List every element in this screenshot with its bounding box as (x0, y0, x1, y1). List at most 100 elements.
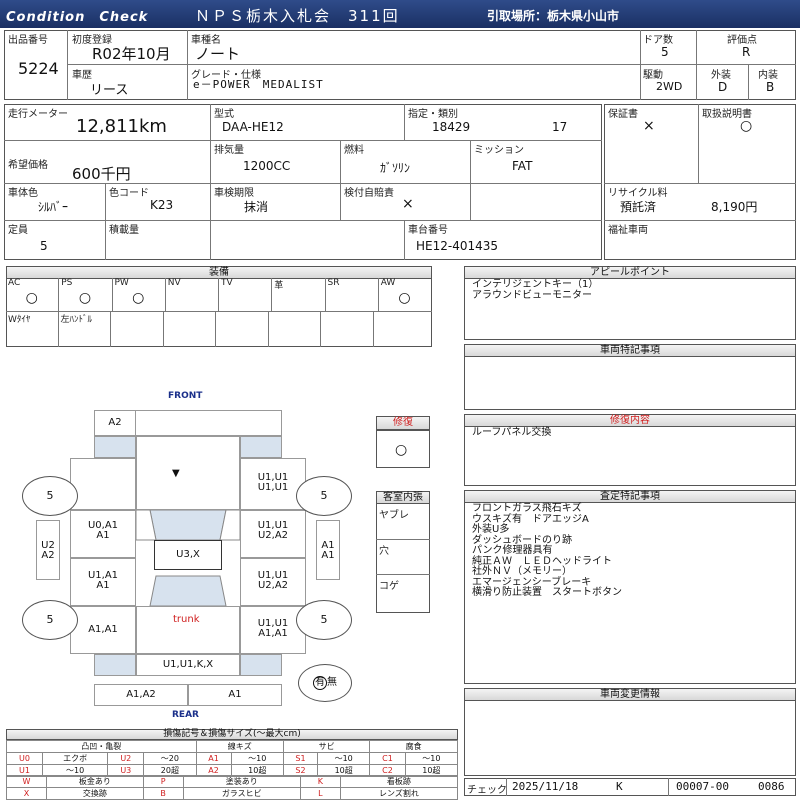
vehicle-name: ノート (195, 45, 241, 63)
trunk-panel: trunk (136, 606, 240, 654)
rear-right-fender: U1,U1 A1,A1 (240, 606, 306, 654)
cabin-item-tear: ヤブレ (379, 510, 409, 521)
header-bar: Condition Check ＮＰＳ栃木入札会 311回 引取場所：栃木県小山… (0, 0, 800, 28)
price-value: 600千円 (72, 165, 131, 183)
liability-label: 検付自賠責 (344, 188, 394, 199)
equipment-cell: NV (166, 278, 219, 311)
designation-value: 18429 (432, 120, 471, 134)
mileage-label: 走行メーター (8, 109, 68, 120)
wheel-front-left: 5 (22, 476, 78, 516)
wheel-rear-left: 5 (22, 600, 78, 640)
equipment-mark: ○ (132, 290, 145, 306)
mission-label: ミッション (474, 145, 524, 156)
welfare-label: 福祉車両 (608, 225, 648, 236)
equipment-label: 革 (274, 281, 284, 291)
color-code-label: 色コード (109, 188, 149, 199)
front-right-fender: U1,U1 U1,U1 (240, 458, 306, 510)
panel-a2-top: A2 (94, 410, 136, 436)
rear-left-door: U1,A1 A1 (70, 558, 136, 606)
left-side-panel: U2 A2 (36, 520, 60, 580)
spare-tire: 有無 (298, 664, 352, 702)
condition-check-label: Condition Check (6, 10, 149, 25)
mission-value: FAT (512, 159, 533, 173)
inspection-label: 車検期限 (214, 188, 254, 199)
liability-value: × (402, 196, 414, 212)
check-label: チェック (467, 785, 507, 796)
capacity-value: 5 (40, 239, 48, 253)
equipment-cell (269, 311, 321, 347)
equipment-mark: ○ (398, 290, 411, 306)
chassis-value: HE12-401435 (416, 239, 499, 253)
capacity-label: 定員 (8, 225, 28, 236)
rear-lower-right: A1 (188, 684, 282, 706)
equipment-cell: AW ○ (379, 278, 432, 311)
footer-code-2: 0086 (758, 780, 785, 793)
displacement-label: 排気量 (214, 145, 244, 156)
equipment-cell: AC ○ (6, 278, 60, 311)
right-side-panel: A1 A1 (316, 520, 340, 580)
fuel-label: 燃料 (344, 145, 364, 156)
warranty-label: 保証書 (608, 109, 638, 120)
equipment-mark: ○ (25, 290, 38, 306)
equipment-label: AC (8, 278, 21, 288)
equipment-cell (321, 311, 374, 347)
doors-value: 5 (661, 45, 669, 59)
legend-header: 損傷記号＆損傷サイズ(～最大cm) (6, 729, 458, 740)
exterior-label: 外装 (711, 70, 731, 81)
drive-label: 駆動 (643, 70, 663, 81)
recycle-status: 預託済 (620, 200, 657, 214)
equipment-cell: 革 (272, 278, 326, 311)
vehicle-info-right (604, 104, 796, 260)
repair-header: 修復 (376, 416, 430, 430)
manual-value: ○ (740, 118, 753, 134)
auction-title: ＮＰＳ栃木入札会 311回 (195, 7, 400, 25)
equipment-label: Wﾀｲﾔ (8, 315, 31, 325)
equipment-cell: SR (326, 278, 379, 311)
front-left-fender (70, 458, 136, 510)
repair-content-text: ルーフパネル交換 (472, 427, 552, 438)
rating-label: 評価点 (727, 35, 757, 46)
front-label: FRONT (168, 391, 203, 401)
pickup-location: 引取場所：栃木県小山市 (487, 9, 620, 23)
color-code-value: K23 (150, 198, 174, 212)
repair-content-box: ルーフパネル交換 (464, 426, 796, 486)
change-info-box (464, 700, 796, 776)
equipment-label: PW (114, 278, 129, 288)
special-box (464, 356, 796, 410)
equipment-label: NV (167, 278, 181, 288)
equipment-cell (164, 311, 216, 347)
front-left-door: U0,A1 A1 (70, 510, 136, 558)
rear-label: REAR (172, 710, 199, 720)
equipment-label: TV (221, 278, 233, 288)
rating-value: R (742, 45, 751, 59)
checker-code: K (616, 780, 623, 793)
rear-right-door: U1,U1 U2,A2 (240, 558, 306, 606)
appeal-box: インテリジェントキー（1） アラウンドビューモニター (464, 278, 796, 340)
history-label: 車歴 (72, 70, 92, 81)
equipment-label: SR (327, 278, 340, 288)
equipment-label: PS (61, 278, 73, 288)
front-right-door: U1,U1 U2,A2 (240, 510, 306, 558)
equipment-cell (111, 311, 164, 347)
rear-left-corner (94, 654, 136, 676)
inspection-value: 抹消 (244, 200, 269, 214)
equipment-cell: PW ○ (113, 278, 166, 311)
recycle-fee: 8,190円 (711, 200, 758, 214)
check-date: 2025/11/18 (512, 780, 579, 793)
grade-value: e－POWER MEDALIST (193, 78, 324, 91)
hood: ▼ (136, 436, 240, 510)
recycle-label: リサイクル料 (608, 188, 668, 199)
equipment-label: 左ﾊﾝﾄﾞﾙ (60, 315, 93, 325)
rear-bumper: U1,U1,K,X (136, 654, 240, 676)
mileage-value: 12,811km (76, 116, 167, 137)
doors-label: ドア数 (643, 35, 673, 46)
category-value: 17 (552, 120, 568, 134)
legend-codes-table: W 板金あり P 塗装あり K 看板跡 X 交換跡 B ガラスヒビ L レンズ割れ (6, 775, 459, 800)
color-value: ｼﾙﾊﾞｰ (38, 200, 69, 214)
appeal-text: インテリジェントキー（1） アラウンドビューモニター (472, 279, 599, 301)
chassis-label: 車台番号 (408, 225, 448, 236)
repair-box: ○ (376, 430, 430, 468)
interior-value: B (766, 80, 775, 94)
rear-right-corner (240, 654, 282, 676)
history-value: リース (90, 83, 129, 98)
